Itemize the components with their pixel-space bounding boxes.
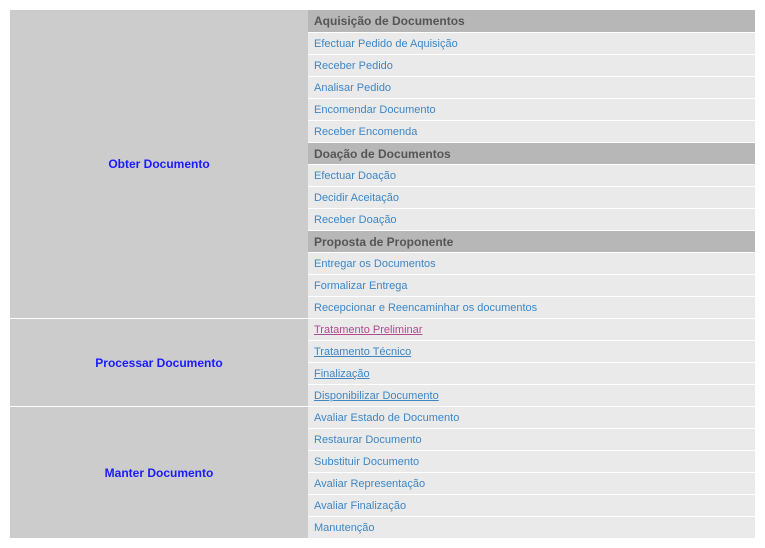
row-item: Receber Doação (308, 208, 755, 230)
section: Processar DocumentoTratamento Preliminar… (10, 318, 755, 406)
section-title: Processar Documento (10, 318, 308, 406)
row-link: Tratamento Técnico (308, 340, 755, 362)
row-item: Restaurar Documento (308, 428, 755, 450)
link[interactable]: Finalização (314, 368, 370, 380)
row-item: Analisar Pedido (308, 76, 755, 98)
link[interactable]: Tratamento Preliminar (314, 324, 422, 336)
row-item: Receber Encomenda (308, 120, 755, 142)
row-item: Recepcionar e Reencaminhar os documentos (308, 296, 755, 318)
row-header: Doação de Documentos (308, 142, 755, 164)
row-item: Receber Pedido (308, 54, 755, 76)
row-item: Avaliar Estado de Documento (308, 406, 755, 428)
section-title: Obter Documento (10, 10, 308, 318)
link[interactable]: Tratamento Técnico (314, 346, 411, 358)
row-item: Efectuar Doação (308, 164, 755, 186)
rows-container: Avaliar Estado de DocumentoRestaurar Doc… (308, 406, 755, 538)
section-title: Manter Documento (10, 406, 308, 538)
row-header: Proposta de Proponente (308, 230, 755, 252)
row-item: Efectuar Pedido de Aquisição (308, 32, 755, 54)
row-item: Avaliar Representação (308, 472, 755, 494)
row-item: Avaliar Finalização (308, 494, 755, 516)
row-item: Entregar os Documentos (308, 252, 755, 274)
row-item: Formalizar Entrega (308, 274, 755, 296)
row-header: Aquisição de Documentos (308, 10, 755, 32)
row-item: Decidir Aceitação (308, 186, 755, 208)
row-item: Encomendar Documento (308, 98, 755, 120)
row-link: Disponibilizar Documento (308, 384, 755, 406)
section: Manter DocumentoAvaliar Estado de Docume… (10, 406, 755, 538)
row-item: Substituir Documento (308, 450, 755, 472)
row-link: Finalização (308, 362, 755, 384)
row-link: Tratamento Preliminar (308, 318, 755, 340)
link[interactable]: Disponibilizar Documento (314, 390, 439, 402)
row-item: Manutenção (308, 516, 755, 538)
rows-container: Tratamento Preliminar Tratamento Técnico F… (308, 318, 755, 406)
section: Obter DocumentoAquisição de DocumentosEf… (10, 10, 755, 318)
rows-container: Aquisição de DocumentosEfectuar Pedido d… (308, 10, 755, 318)
